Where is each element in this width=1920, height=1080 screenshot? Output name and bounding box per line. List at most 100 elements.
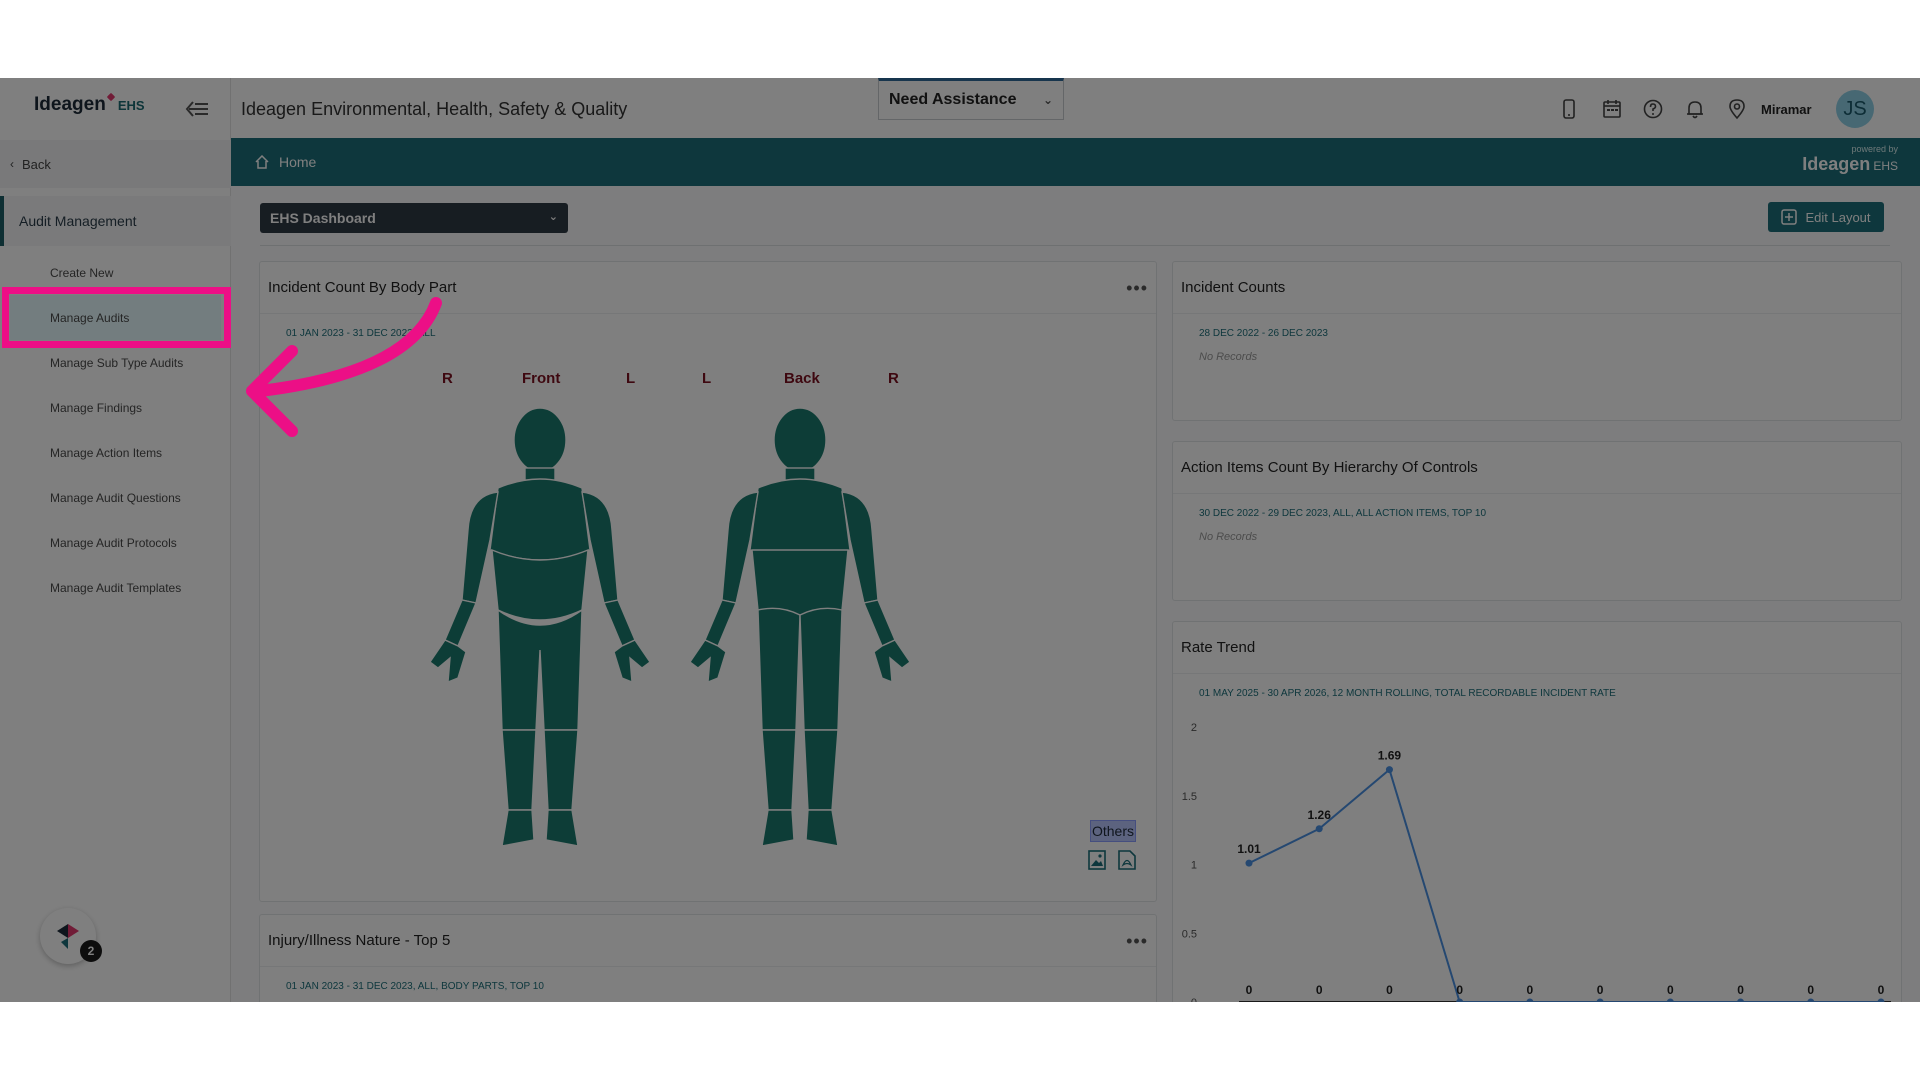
y-tick-label: 0 (1191, 997, 1197, 1002)
chevron-down-icon: ⌄ (548, 211, 558, 223)
home-icon (255, 155, 269, 169)
location-label[interactable]: Miramar (1761, 102, 1812, 117)
dashboard-select-value: EHS Dashboard (270, 210, 376, 226)
data-label: 1.26 (1308, 808, 1332, 822)
back-left-label: L (702, 370, 712, 387)
breadcrumb-home[interactable]: Home (255, 154, 316, 170)
back-label: Back (22, 156, 51, 172)
data-point (1526, 998, 1534, 1002)
divider (260, 245, 1890, 246)
app-window: Ideagen EHS ‹ Back Audit Management Crea… (0, 78, 1920, 1002)
body-front-figure[interactable] (410, 400, 670, 860)
card-incident-counts: Incident Counts 28 DEC 2022 - 26 DEC 202… (1172, 261, 1902, 421)
calendar-icon[interactable] (1601, 98, 1623, 120)
baseline-value-label: 0 (1667, 983, 1674, 997)
data-point (1245, 859, 1253, 867)
logo-word: Ideagen (34, 94, 106, 115)
baseline-value-label: 0 (1527, 983, 1534, 997)
more-options-icon[interactable]: ••• (1126, 278, 1148, 299)
card-rate-trend: Rate Trend 01 MAY 2025 - 30 APR 2026, 12… (1172, 621, 1902, 1002)
card-injury-nature: Injury/Illness Nature - Top 5 ••• 01 JAN… (259, 914, 1157, 1002)
need-assistance-dropdown[interactable]: Need Assistance ⌄ (878, 78, 1064, 120)
back-link[interactable]: ‹ Back (0, 140, 231, 188)
section-audit-management[interactable]: Audit Management (0, 196, 231, 246)
data-point (1456, 998, 1464, 1002)
logo-mark-icon (106, 92, 116, 102)
mobile-device-icon[interactable] (1558, 98, 1580, 120)
no-records-text: No Records (1199, 351, 1258, 363)
add-widget-icon (1781, 209, 1798, 225)
back-label: Back (784, 370, 820, 387)
sidebar-item-manage-findings[interactable]: Manage Findings (0, 385, 231, 430)
edit-layout-button[interactable]: Edit Layout (1768, 202, 1884, 232)
card-subtitle: 01 JAN 2023 - 31 DEC 2023, ALL, BODY PAR… (286, 981, 544, 992)
card-title: Injury/Illness Nature - Top 5 (260, 915, 1156, 967)
sidebar-item-manage-audit-questions[interactable]: Manage Audit Questions (0, 475, 231, 520)
chevron-down-icon: ⌄ (1042, 93, 1053, 107)
location-pin-icon[interactable] (1726, 98, 1748, 120)
card-subtitle: 28 DEC 2022 - 26 DEC 2023 (1199, 328, 1328, 339)
card-subtitle: 30 DEC 2022 - 29 DEC 2023, ALL, ALL ACTI… (1199, 508, 1487, 519)
breadcrumb-home-label: Home (279, 154, 317, 170)
help-logo-icon (57, 924, 79, 949)
data-point (1807, 998, 1815, 1002)
front-left-label: L (626, 370, 636, 387)
pointer-arrow-icon (246, 297, 442, 437)
powered-by-logo: powered by Ideagen EHS (1802, 144, 1898, 175)
sidebar-item-manage-audit-protocols[interactable]: Manage Audit Protocols (0, 520, 231, 565)
y-tick-label: 1 (1191, 860, 1197, 872)
data-point (1315, 825, 1323, 833)
rate-trend-chart: 0 0.5 1 1.5 2 1.01 1.26 1.69 0 0 0 0 0 0 0 0 0 0 (1182, 722, 1891, 1002)
back-right-label: R (888, 370, 899, 387)
dashboard-select[interactable]: EHS Dashboard ⌄ (260, 203, 568, 233)
series-line (1248, 767, 1881, 1002)
export-pdf-icon[interactable] (1118, 850, 1136, 870)
data-point (1385, 766, 1393, 774)
app-title: Ideagen Environmental, Health, Safety & … (241, 99, 628, 119)
others-button[interactable]: Others (1090, 820, 1136, 842)
need-assistance-label: Need Assistance (889, 91, 1017, 108)
sidebar-item-manage-sub-type-audits[interactable]: Manage Sub Type Audits (0, 340, 231, 385)
baseline-value-label: 0 (1456, 983, 1463, 997)
collapse-sidebar-icon[interactable] (185, 100, 209, 118)
data-point (1666, 998, 1674, 1002)
dashboard-area: EHS Dashboard ⌄ Edit Layout Incident Cou… (231, 186, 1920, 1002)
baseline-value-label: 0 (1597, 983, 1604, 997)
baseline-value-label: 0 (1316, 983, 1323, 997)
y-tick-label: 2 (1191, 722, 1197, 734)
data-label: 1.01 (1237, 842, 1261, 856)
more-options-icon[interactable]: ••• (1126, 931, 1148, 952)
user-avatar[interactable]: JS (1836, 90, 1874, 128)
ideagen-logo[interactable]: Ideagen EHS (34, 92, 145, 122)
powered-by-text: powered by (1851, 144, 1898, 154)
sidebar-item-manage-audits[interactable]: Manage Audits (10, 295, 221, 340)
baseline-value-label: 0 (1737, 983, 1744, 997)
bell-icon[interactable] (1684, 98, 1706, 120)
help-badge-count: 2 (80, 940, 102, 962)
card-title: Incident Counts (1173, 262, 1901, 314)
card-action-items: Action Items Count By Hierarchy Of Contr… (1172, 441, 1902, 601)
y-tick-label: 0.5 (1182, 928, 1197, 940)
no-records-text: No Records (1199, 531, 1258, 543)
body-back-figure[interactable] (670, 400, 930, 860)
powered-brand: Ideagen (1802, 154, 1871, 174)
sidebar-item-create-new[interactable]: Create New (0, 250, 231, 295)
data-point (1877, 998, 1885, 1002)
baseline-value-label: 0 (1386, 983, 1393, 997)
baseline-value-label: 0 (1807, 983, 1814, 997)
chevron-left-icon: ‹ (10, 157, 14, 171)
powered-brand-suffix: EHS (1873, 159, 1898, 173)
sidebar-item-manage-audit-templates[interactable]: Manage Audit Templates (0, 565, 231, 610)
export-image-icon[interactable] (1088, 850, 1106, 870)
data-point (1596, 998, 1604, 1002)
logo-suffix: EHS (117, 98, 145, 113)
top-bar: Ideagen Environmental, Health, Safety & … (231, 78, 1920, 138)
sidebar: Ideagen EHS ‹ Back Audit Management Crea… (0, 78, 231, 1002)
data-label: 1.69 (1378, 749, 1402, 763)
card-title: Action Items Count By Hierarchy Of Contr… (1173, 442, 1901, 494)
edit-layout-label: Edit Layout (1805, 209, 1871, 225)
baseline-value-label: 0 (1246, 983, 1253, 997)
help-icon[interactable] (1642, 98, 1664, 120)
sidebar-item-manage-action-items[interactable]: Manage Action Items (0, 430, 231, 475)
baseline-value-label: 0 (1878, 983, 1885, 997)
